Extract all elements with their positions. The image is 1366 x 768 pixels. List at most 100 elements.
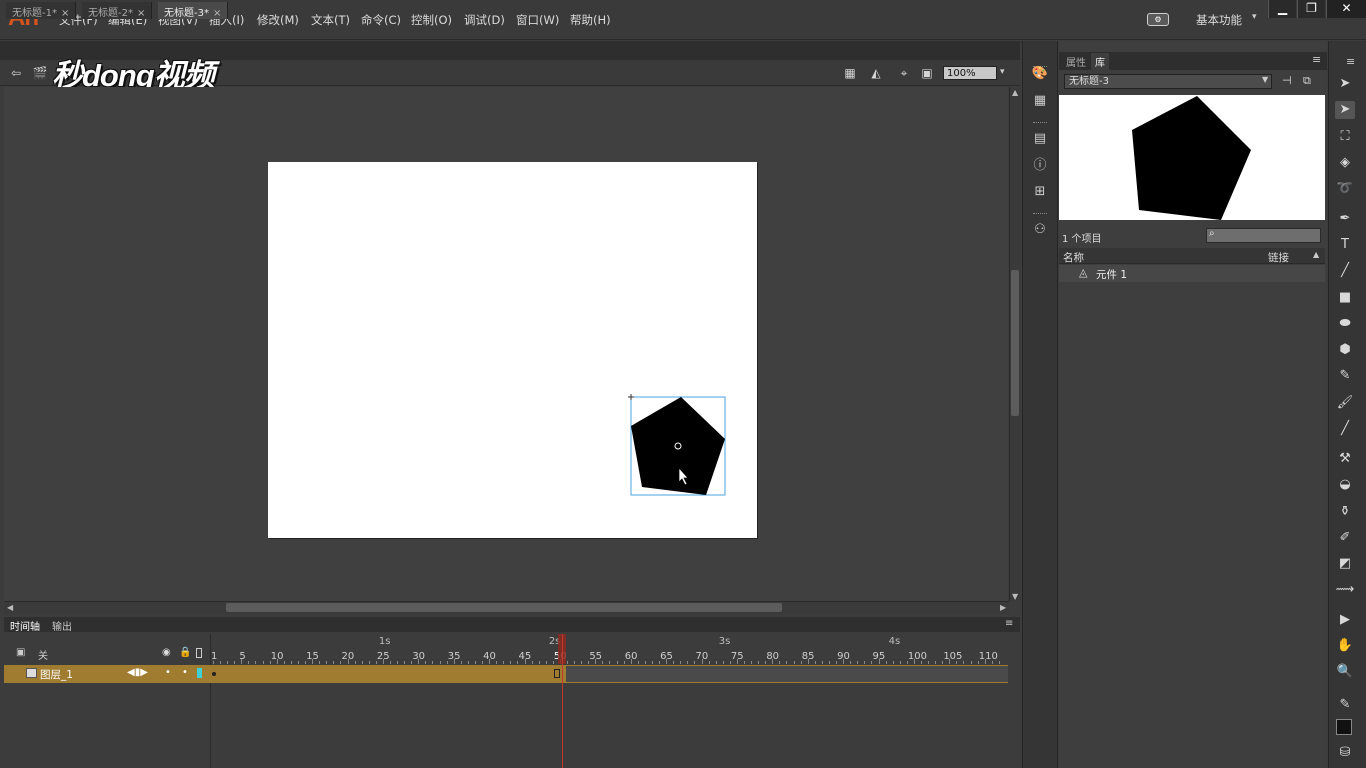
3d-rotation-tool-icon[interactable]: ◈ bbox=[1335, 154, 1355, 172]
zoom-select[interactable]: 100% bbox=[943, 66, 997, 80]
transform-icon[interactable]: ⊞ bbox=[1031, 184, 1049, 200]
vertical-scroll-thumb[interactable] bbox=[1011, 270, 1019, 416]
column-linkage[interactable]: 链接 bbox=[1268, 250, 1289, 265]
tab-properties[interactable]: 属性 bbox=[1062, 53, 1090, 70]
swap-colors-icon[interactable]: ⛁ bbox=[1335, 744, 1355, 762]
components-icon[interactable]: ⚇ bbox=[1031, 222, 1049, 238]
column-name[interactable]: 名称 bbox=[1063, 250, 1084, 265]
panel-grip[interactable] bbox=[1033, 122, 1047, 124]
new-library-panel-icon[interactable]: ⧉ bbox=[1303, 74, 1311, 88]
menu-modify[interactable]: 修改(M) bbox=[257, 12, 299, 28]
menu-control[interactable]: 控制(O) bbox=[411, 12, 452, 28]
eyedropper-tool-icon[interactable]: ✐ bbox=[1335, 529, 1355, 547]
clip-stage-icon[interactable]: ▣ bbox=[919, 66, 935, 80]
pencil-tool-icon[interactable]: ✎ bbox=[1335, 367, 1355, 385]
scroll-left-icon[interactable]: ◀ bbox=[7, 603, 13, 612]
stroke-color-icon[interactable]: ✎ bbox=[1335, 696, 1355, 714]
edit-symbols-icon[interactable]: ◭ bbox=[868, 66, 884, 80]
chevron-down-icon[interactable]: ▾ bbox=[1252, 12, 1257, 22]
hand-tool-icon[interactable]: ✋ bbox=[1335, 637, 1355, 655]
minimize-button[interactable]: ▁ bbox=[1268, 0, 1296, 18]
free-transform-tool-icon[interactable]: ⛶ bbox=[1335, 128, 1355, 146]
ink-bottle-tool-icon[interactable]: ⚱ bbox=[1335, 503, 1355, 521]
camera-toggle-label[interactable]: 关 bbox=[38, 647, 48, 662]
edit-scene-icon[interactable]: ▦ bbox=[842, 66, 858, 80]
layer-name[interactable]: 图层_1 bbox=[40, 667, 73, 682]
scene-clapper-icon[interactable]: 🎬 bbox=[32, 66, 48, 80]
back-arrow-icon[interactable]: ⇦ bbox=[8, 66, 24, 80]
library-item-name[interactable]: 元件 1 bbox=[1096, 267, 1127, 282]
sort-up-icon[interactable]: ▲ bbox=[1313, 250, 1319, 259]
empty-frames-track[interactable] bbox=[566, 666, 1008, 682]
fill-color-swatch[interactable] bbox=[1336, 719, 1352, 735]
camera-tool-icon[interactable]: ▶ bbox=[1335, 611, 1355, 629]
panel-menu-icon[interactable]: ≡ bbox=[1005, 618, 1013, 629]
workspace-sync-icon[interactable]: ⚙ bbox=[1147, 13, 1169, 26]
width-tool-icon[interactable]: ⟿ bbox=[1335, 581, 1355, 599]
layer-color-swatch[interactable] bbox=[197, 668, 202, 678]
center-stage-icon[interactable]: ⌖ bbox=[896, 66, 912, 80]
keyframe-marker[interactable] bbox=[212, 672, 216, 676]
scroll-down-icon[interactable]: ▼ bbox=[1012, 592, 1018, 601]
restore-button[interactable]: ❐ bbox=[1297, 0, 1325, 18]
bone-tool-icon[interactable]: ⚒ bbox=[1335, 450, 1355, 468]
library-document-select[interactable]: 无标题-3 bbox=[1064, 74, 1272, 89]
ruler-tick bbox=[369, 661, 370, 664]
tab-timeline[interactable]: 时间轴 bbox=[10, 618, 40, 633]
close-button[interactable]: ✕ bbox=[1326, 0, 1366, 18]
pin-icon[interactable]: ⊣ bbox=[1282, 74, 1292, 87]
keyframe-nav-icon[interactable]: ◀▮▶ bbox=[127, 667, 148, 678]
chevron-down-icon[interactable]: ▾ bbox=[1000, 67, 1005, 77]
paint-brush-tool-icon[interactable]: 🖌 bbox=[1335, 394, 1355, 412]
menu-text[interactable]: 文本(T) bbox=[311, 12, 350, 28]
tab-output[interactable]: 输出 bbox=[52, 618, 72, 633]
panel-grip[interactable] bbox=[1033, 213, 1047, 215]
oval-tool-icon[interactable]: ⬬ bbox=[1335, 315, 1355, 333]
lock-dot[interactable]: • bbox=[182, 667, 188, 678]
library-search-input[interactable] bbox=[1206, 228, 1321, 243]
line-tool-icon[interactable]: ╱ bbox=[1335, 262, 1355, 280]
menu-commands[interactable]: 命令(C) bbox=[361, 12, 401, 28]
pentagon-shape[interactable] bbox=[631, 397, 725, 495]
end-frame-marker[interactable] bbox=[554, 669, 560, 678]
zoom-tool-icon[interactable]: 🔍 bbox=[1335, 663, 1355, 681]
eye-icon[interactable]: ◉ bbox=[162, 647, 171, 658]
visibility-dot[interactable]: • bbox=[165, 667, 171, 678]
info-icon[interactable]: ⓘ bbox=[1031, 158, 1049, 174]
swatches-icon[interactable]: ▦ bbox=[1031, 93, 1049, 109]
brush-tool-icon[interactable]: ╱ bbox=[1335, 420, 1355, 438]
lock-icon[interactable]: 🔒 bbox=[179, 647, 191, 658]
color-palette-icon[interactable]: 🎨 bbox=[1031, 66, 1049, 82]
close-icon[interactable]: × bbox=[137, 8, 145, 19]
align-icon[interactable]: ▤ bbox=[1031, 131, 1049, 147]
camera-icon[interactable]: ▣ bbox=[16, 647, 25, 658]
rectangle-tool-icon[interactable]: ■ bbox=[1335, 289, 1355, 307]
menu-help[interactable]: 帮助(H) bbox=[570, 12, 611, 28]
doc-tab-1[interactable]: 无标题-1* × bbox=[6, 2, 77, 19]
text-tool-icon[interactable]: T bbox=[1335, 236, 1355, 254]
lasso-tool-icon[interactable]: ➰ bbox=[1335, 180, 1355, 198]
tab-library[interactable]: 库 bbox=[1091, 53, 1109, 70]
close-icon[interactable]: × bbox=[213, 8, 221, 19]
pen-tool-icon[interactable]: ✒ bbox=[1335, 210, 1355, 228]
ruler-tick bbox=[255, 661, 256, 664]
paint-bucket-tool-icon[interactable]: ◒ bbox=[1335, 476, 1355, 494]
doc-tab-3[interactable]: 无标题-3* × bbox=[158, 2, 229, 19]
close-icon[interactable]: × bbox=[61, 8, 69, 19]
panel-menu-icon[interactable]: ≡ bbox=[1346, 55, 1355, 68]
doc-tab-2[interactable]: 无标题-2* × bbox=[82, 2, 153, 19]
eraser-tool-icon[interactable]: ◩ bbox=[1335, 555, 1355, 573]
menu-window[interactable]: 窗口(W) bbox=[516, 12, 559, 28]
outline-icon[interactable] bbox=[196, 648, 202, 658]
selection-tool-icon[interactable]: ➤ bbox=[1335, 75, 1355, 93]
polystar-tool-icon[interactable]: ⬢ bbox=[1335, 341, 1355, 359]
horizontal-scroll-thumb[interactable] bbox=[226, 603, 782, 612]
panel-menu-icon[interactable]: ≡ bbox=[1312, 53, 1321, 66]
pentagon-symbol-instance[interactable] bbox=[626, 392, 730, 500]
subselection-tool-icon[interactable]: ➤ bbox=[1335, 101, 1355, 119]
scroll-up-icon[interactable]: ▲ bbox=[1012, 88, 1018, 97]
scroll-right-icon[interactable]: ▶ bbox=[1000, 603, 1006, 612]
workspace-switcher[interactable]: 基本功能 bbox=[1196, 12, 1242, 28]
menu-debug[interactable]: 调试(D) bbox=[464, 12, 505, 28]
chevron-down-icon[interactable]: ▼ bbox=[1262, 75, 1268, 84]
